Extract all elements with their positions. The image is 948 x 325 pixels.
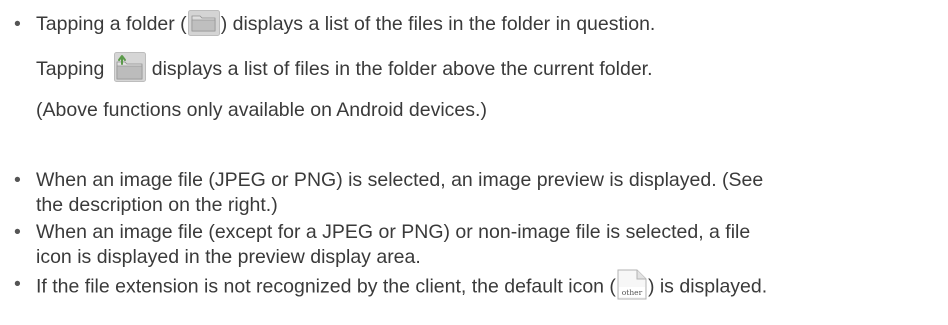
file-icon-line-2: icon is displayed in the preview display… xyxy=(36,246,421,268)
bullet-marker: • xyxy=(14,169,21,191)
bullet-marker: • xyxy=(14,273,21,295)
image-preview-line-2: the description on the right.) xyxy=(36,194,278,216)
default-icon-paragraph: If the file extension is not recognized … xyxy=(36,269,768,303)
bullet-marker: • xyxy=(14,13,21,35)
image-preview-line-1: When an image file (JPEG or PNG) is sele… xyxy=(36,169,764,191)
android-note: (Above functions only available on Andro… xyxy=(36,99,487,121)
folder-up-paragraph: Tapping displays a list of files in the … xyxy=(36,52,653,85)
default-icon-text-after: ) is displayed. xyxy=(647,275,768,298)
folder-tap-text-before: Tapping a folder ( xyxy=(36,13,187,36)
folder-icon xyxy=(187,10,220,36)
file-icon-line-1: When an image file (except for a JPEG or… xyxy=(36,221,751,243)
default-file-icon-label: other xyxy=(622,288,643,297)
bullet-marker: • xyxy=(14,221,21,243)
default-icon-text-before: If the file extension is not recognized … xyxy=(36,275,616,298)
default-file-icon: other xyxy=(617,269,647,300)
folder-up-text-after: displays a list of files in the folder a… xyxy=(151,58,653,81)
folder-tap-text-after: ) displays a list of the files in the fo… xyxy=(220,13,656,36)
document: • Tapping a folder ( ) displays a list o… xyxy=(0,0,948,325)
folder-tap-paragraph: Tapping a folder ( ) displays a list of … xyxy=(36,10,656,38)
folder-up-text-before: Tapping xyxy=(36,58,110,81)
folder-up-icon xyxy=(113,52,146,82)
